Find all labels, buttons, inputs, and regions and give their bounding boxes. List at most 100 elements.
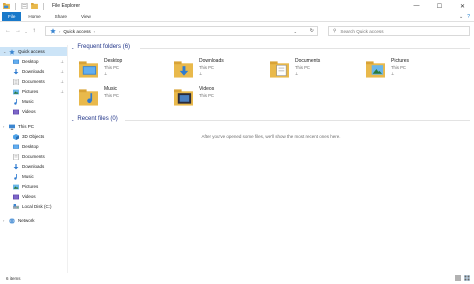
tab-file[interactable]: File xyxy=(2,12,22,21)
drive-icon xyxy=(13,203,19,209)
folder-tile-music[interactable]: Music This PC xyxy=(76,86,166,110)
search-placeholder: Search Quick access xyxy=(340,28,384,34)
folder-tile-pictures[interactable]: Pictures This PC ⊥ xyxy=(363,58,453,82)
music-folder-icon xyxy=(79,89,98,106)
sidebar-item-label: Downloads xyxy=(22,164,45,169)
sidebar-item-3d-objects[interactable]: 3D Objects xyxy=(0,132,67,141)
sidebar-item-pictures-pc[interactable]: Pictures xyxy=(0,182,67,191)
star-icon xyxy=(50,28,56,34)
breadcrumb-quick-access[interactable]: Quick access xyxy=(63,29,90,34)
sidebar-item-label: Pictures xyxy=(22,89,39,94)
recent-files-empty-message: After you've opened some files, we'll sh… xyxy=(201,134,341,139)
address-bar[interactable]: › Quick access › ⌄ ↻ xyxy=(45,26,318,36)
pictures-icon xyxy=(13,89,19,94)
computer-icon xyxy=(9,124,15,130)
sidebar-item-documents-pc[interactable]: Documents xyxy=(0,152,67,161)
ribbon-tabs: File Home Share View ⌄ ? xyxy=(0,12,474,22)
collapse-chevron-icon[interactable]: ⌄ xyxy=(71,45,74,50)
ribbon-right-controls: ⌄ ? xyxy=(459,13,470,21)
collapse-chevron-icon[interactable]: ⌄ xyxy=(71,117,74,122)
sidebar-item-desktop-pc[interactable]: Desktop xyxy=(0,142,67,151)
folder-app-icon xyxy=(3,3,10,9)
pin-icon: ⊥ xyxy=(199,71,203,76)
maximize-button[interactable]: ☐ xyxy=(428,0,451,12)
folder-tile-downloads[interactable]: Downloads This PC ⊥ xyxy=(171,58,261,82)
sidebar-item-label: Quick access xyxy=(18,49,45,54)
sidebar-item-label: Local Disk (C:) xyxy=(22,204,52,209)
sidebar-item-pictures[interactable]: Pictures ⊥ xyxy=(0,87,67,96)
navigation-bar: ← → ⌄ ↑ › Quick access › ⌄ ↻ ⚲ Search Qu… xyxy=(0,23,474,39)
address-dropdown-icon[interactable]: ⌄ xyxy=(294,27,297,35)
status-bar: 6 items xyxy=(0,273,474,284)
window-controls: — ☐ ✕ xyxy=(405,0,474,12)
folder-tile-desktop[interactable]: Desktop This PC ⊥ xyxy=(76,58,166,82)
forward-button[interactable]: → xyxy=(13,25,23,37)
view-switcher xyxy=(455,275,470,281)
frequent-folders-header[interactable]: ⌄ Frequent folders (6) xyxy=(71,44,130,50)
search-icon: ⚲ xyxy=(333,28,337,33)
toolbar-divider xyxy=(43,2,44,10)
folder-location: This PC xyxy=(104,93,119,98)
collapse-chevron-icon[interactable]: ⌄ xyxy=(3,49,6,54)
search-input[interactable]: ⚲ Search Quick access xyxy=(328,26,470,36)
pictures-folder-icon xyxy=(366,61,385,78)
recent-files-header[interactable]: ⌄ Recent files (0) xyxy=(71,116,118,122)
tab-view[interactable]: View xyxy=(74,12,98,21)
folder-name: Desktop xyxy=(104,58,123,64)
sidebar-item-music[interactable]: Music xyxy=(0,97,67,106)
pin-icon: ⊥ xyxy=(60,89,64,94)
tab-share[interactable]: Share xyxy=(48,12,74,21)
sidebar-item-label: Desktop xyxy=(22,144,39,149)
sidebar-item-label: Pictures xyxy=(22,184,39,189)
folder-tile-videos[interactable]: Videos This PC xyxy=(171,86,261,110)
sidebar-item-label: Videos xyxy=(22,194,36,199)
folder-name: Downloads xyxy=(199,58,224,64)
videos-icon xyxy=(13,109,19,114)
tiles-view-icon[interactable] xyxy=(464,275,470,281)
new-folder-icon[interactable] xyxy=(31,3,38,9)
sidebar-item-this-pc[interactable]: › This PC xyxy=(0,122,67,131)
tab-home[interactable]: Home xyxy=(21,12,47,21)
back-button[interactable]: ← xyxy=(3,25,13,37)
section-title: Frequent folders (6) xyxy=(77,44,131,50)
properties-icon[interactable] xyxy=(21,3,28,9)
breadcrumb-chevron[interactable]: › xyxy=(59,29,60,34)
title-bar: File Explorer — ☐ ✕ xyxy=(0,0,474,12)
folder-tile-documents[interactable]: Documents This PC ⊥ xyxy=(267,58,357,82)
videos-folder-icon xyxy=(174,89,193,106)
folder-name: Music xyxy=(104,86,118,92)
music-icon xyxy=(14,98,17,105)
sidebar-item-desktop[interactable]: Desktop ⊥ xyxy=(0,57,67,66)
breadcrumb-end-chevron[interactable]: › xyxy=(94,29,95,34)
navigation-pane: ⌄ Quick access Desktop ⊥ Downloads ⊥ Doc… xyxy=(0,45,68,273)
expand-ribbon-icon[interactable]: ⌄ xyxy=(459,14,463,20)
pin-icon: ⊥ xyxy=(60,59,64,64)
sidebar-item-downloads-pc[interactable]: Downloads xyxy=(0,162,67,171)
close-button[interactable]: ✕ xyxy=(451,0,474,12)
sidebar-item-quick-access[interactable]: ⌄ Quick access xyxy=(0,47,67,56)
expand-chevron-icon[interactable]: › xyxy=(3,218,4,223)
music-icon xyxy=(14,173,17,180)
network-icon xyxy=(9,217,15,224)
sidebar-item-videos-pc[interactable]: Videos xyxy=(0,192,67,201)
sidebar-item-label: Music xyxy=(22,174,34,179)
refresh-icon[interactable]: ↻ xyxy=(310,27,314,35)
sidebar-item-documents[interactable]: Documents ⊥ xyxy=(0,77,67,86)
folder-location: This PC xyxy=(295,65,310,70)
details-view-icon[interactable] xyxy=(455,275,461,281)
minimize-button[interactable]: — xyxy=(405,0,428,12)
sidebar-item-music-pc[interactable]: Music xyxy=(0,172,67,181)
sidebar-item-network[interactable]: › Network xyxy=(0,216,67,225)
section-divider xyxy=(125,120,470,121)
sidebar-item-local-disk[interactable]: Local Disk (C:) xyxy=(0,202,67,211)
up-button[interactable]: ↑ xyxy=(29,25,39,37)
section-divider xyxy=(140,48,470,49)
pin-icon: ⊥ xyxy=(295,71,299,76)
sidebar-item-label: This PC xyxy=(18,124,35,129)
expand-chevron-icon[interactable]: › xyxy=(3,124,4,129)
sidebar-item-downloads[interactable]: Downloads ⊥ xyxy=(0,67,67,76)
help-icon[interactable]: ? xyxy=(467,14,470,20)
sidebar-item-label: Documents xyxy=(22,154,45,159)
sidebar-item-videos[interactable]: Videos xyxy=(0,107,67,116)
desktop-icon xyxy=(13,144,19,149)
